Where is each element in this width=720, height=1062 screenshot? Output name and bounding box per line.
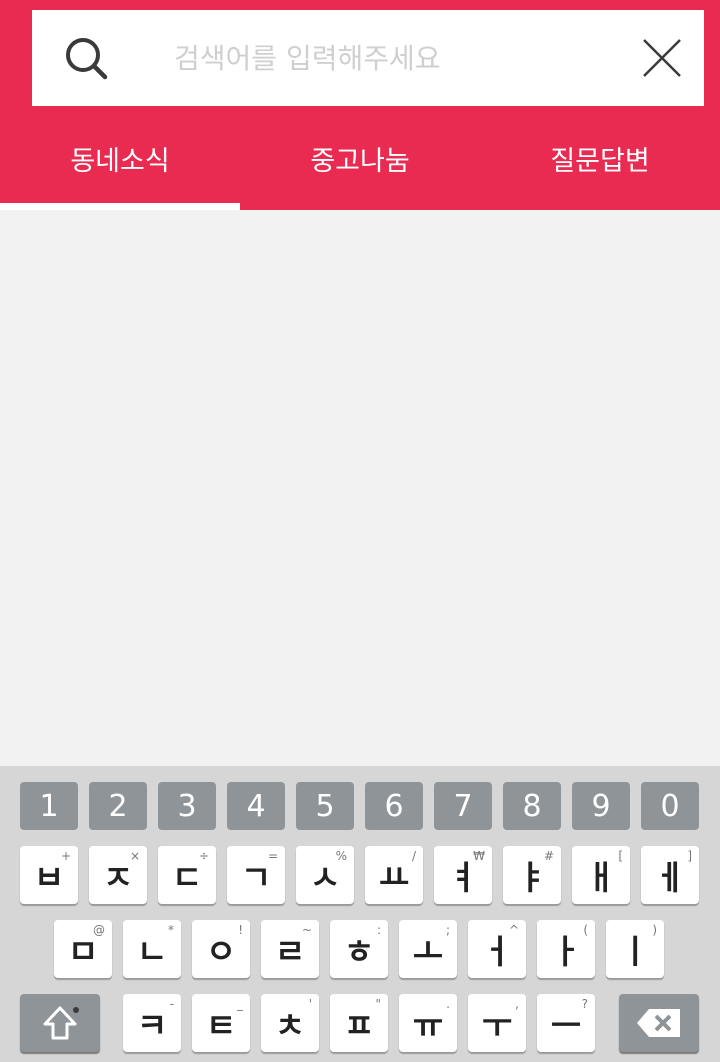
letter-key[interactable]: ㅊ ' bbox=[261, 994, 319, 1052]
key-alt-symbol: # bbox=[543, 849, 554, 863]
letter-key[interactable]: ㅑ # bbox=[503, 846, 561, 904]
key-alt-symbol: = bbox=[267, 849, 278, 863]
key-alt-symbol: ? bbox=[581, 997, 588, 1011]
shift-up-arrow-icon bbox=[43, 1006, 79, 1040]
letter-key[interactable]: ㅂ + bbox=[20, 846, 78, 904]
letter-key[interactable]: ㅕ ₩ bbox=[434, 846, 492, 904]
soft-keyboard: 1 2 3 4 5 6 7 8 9 0 ㅂ + ㅈ × ㄷ ÷ ㄱ = ㅅ% ㅛ / ㅕ ₩ ㅑ # ㅐ[ㅔ] ㅁ @ ㄴ * ㅇ! ㄹ ~ ㅎ:… bbox=[0, 766, 720, 1062]
key-alt-symbol: ₩ bbox=[473, 849, 485, 863]
key-alt-symbol: ^ bbox=[508, 923, 519, 937]
number-key[interactable]: 8 bbox=[503, 782, 561, 830]
letter-key[interactable]: ㅛ / bbox=[365, 846, 423, 904]
key-alt-symbol: ÷ bbox=[198, 849, 209, 863]
letter-key[interactable]: ㅜ, bbox=[468, 994, 526, 1052]
letter-key[interactable]: ㅔ] bbox=[641, 846, 699, 904]
tab-questions-answers[interactable]: 질문답변 bbox=[480, 124, 720, 210]
letter-key[interactable]: ㅁ @ bbox=[54, 920, 112, 978]
app-header: 동네소식 중고나눔 질문답변 bbox=[0, 0, 720, 210]
key-alt-symbol: * bbox=[168, 923, 174, 937]
letter-key[interactable]: ㅎ: bbox=[330, 920, 388, 978]
tab-secondhand-sharing[interactable]: 중고나눔 bbox=[240, 124, 480, 210]
key-alt-symbol: . bbox=[446, 997, 450, 1011]
key-alt-symbol: ; bbox=[445, 923, 450, 937]
search-input[interactable] bbox=[174, 32, 614, 84]
letter-key[interactable]: ㄴ * bbox=[123, 920, 181, 978]
search-icon[interactable] bbox=[62, 34, 112, 84]
key-alt-symbol: @ bbox=[93, 923, 105, 937]
number-key[interactable]: 6 bbox=[365, 782, 423, 830]
key-alt-symbol: : bbox=[376, 923, 381, 937]
letter-key[interactable]: ㅋ- bbox=[123, 994, 181, 1052]
number-key[interactable]: 2 bbox=[89, 782, 147, 830]
search-bar bbox=[32, 10, 704, 106]
number-key[interactable]: 1 bbox=[20, 782, 78, 830]
key-alt-symbol: , bbox=[515, 997, 519, 1011]
key-alt-symbol: × bbox=[129, 849, 140, 863]
key-alt-symbol: ' bbox=[308, 997, 312, 1011]
number-key[interactable]: 9 bbox=[572, 782, 630, 830]
letter-key[interactable]: ㄱ = bbox=[227, 846, 285, 904]
letter-key[interactable]: ㅓ ^ bbox=[468, 920, 526, 978]
tab-bar: 동네소식 중고나눔 질문답변 bbox=[0, 124, 720, 210]
letter-key[interactable]: ㅍ " bbox=[330, 994, 388, 1052]
key-alt-symbol: " bbox=[375, 997, 381, 1011]
key-alt-symbol: ) bbox=[652, 923, 657, 937]
content-area bbox=[0, 210, 720, 766]
number-key[interactable]: 7 bbox=[434, 782, 492, 830]
number-key[interactable]: 3 bbox=[158, 782, 216, 830]
key-alt-symbol: [ bbox=[618, 849, 623, 863]
letter-key[interactable]: ㅌ _ bbox=[192, 994, 250, 1052]
letter-key[interactable]: ㅐ[ bbox=[572, 846, 630, 904]
key-alt-symbol: ( bbox=[583, 923, 588, 937]
letter-key[interactable]: ㄷ ÷ bbox=[158, 846, 216, 904]
letter-key[interactable]: ㅗ; bbox=[399, 920, 457, 978]
letter-key[interactable]: ㅇ! bbox=[192, 920, 250, 978]
backspace-icon bbox=[637, 1009, 680, 1037]
key-alt-symbol: % bbox=[335, 849, 347, 863]
shift-key[interactable] bbox=[20, 994, 100, 1052]
letter-key[interactable]: ㅅ% bbox=[296, 846, 354, 904]
key-alt-symbol: ! bbox=[238, 923, 243, 937]
backspace-key[interactable] bbox=[619, 994, 699, 1052]
key-alt-symbol: - bbox=[169, 997, 174, 1011]
letter-key[interactable]: ㅡ? bbox=[537, 994, 595, 1052]
letter-key[interactable]: ㅏ( bbox=[537, 920, 595, 978]
number-key[interactable]: 5 bbox=[296, 782, 354, 830]
tab-neighborhood-news[interactable]: 동네소식 bbox=[0, 124, 240, 210]
letter-key[interactable]: ㅣ) bbox=[606, 920, 664, 978]
key-alt-symbol: ~ bbox=[301, 923, 312, 937]
key-alt-symbol: / bbox=[411, 849, 416, 863]
key-alt-symbol: + bbox=[60, 849, 71, 863]
letter-key[interactable]: ㅈ × bbox=[89, 846, 147, 904]
key-alt-symbol: _ bbox=[237, 997, 243, 1011]
close-icon[interactable] bbox=[640, 36, 684, 80]
number-key[interactable]: 0 bbox=[641, 782, 699, 830]
letter-key[interactable]: ㅠ. bbox=[399, 994, 457, 1052]
key-alt-symbol: ] bbox=[687, 849, 692, 863]
letter-key[interactable]: ㄹ ~ bbox=[261, 920, 319, 978]
number-key[interactable]: 4 bbox=[227, 782, 285, 830]
